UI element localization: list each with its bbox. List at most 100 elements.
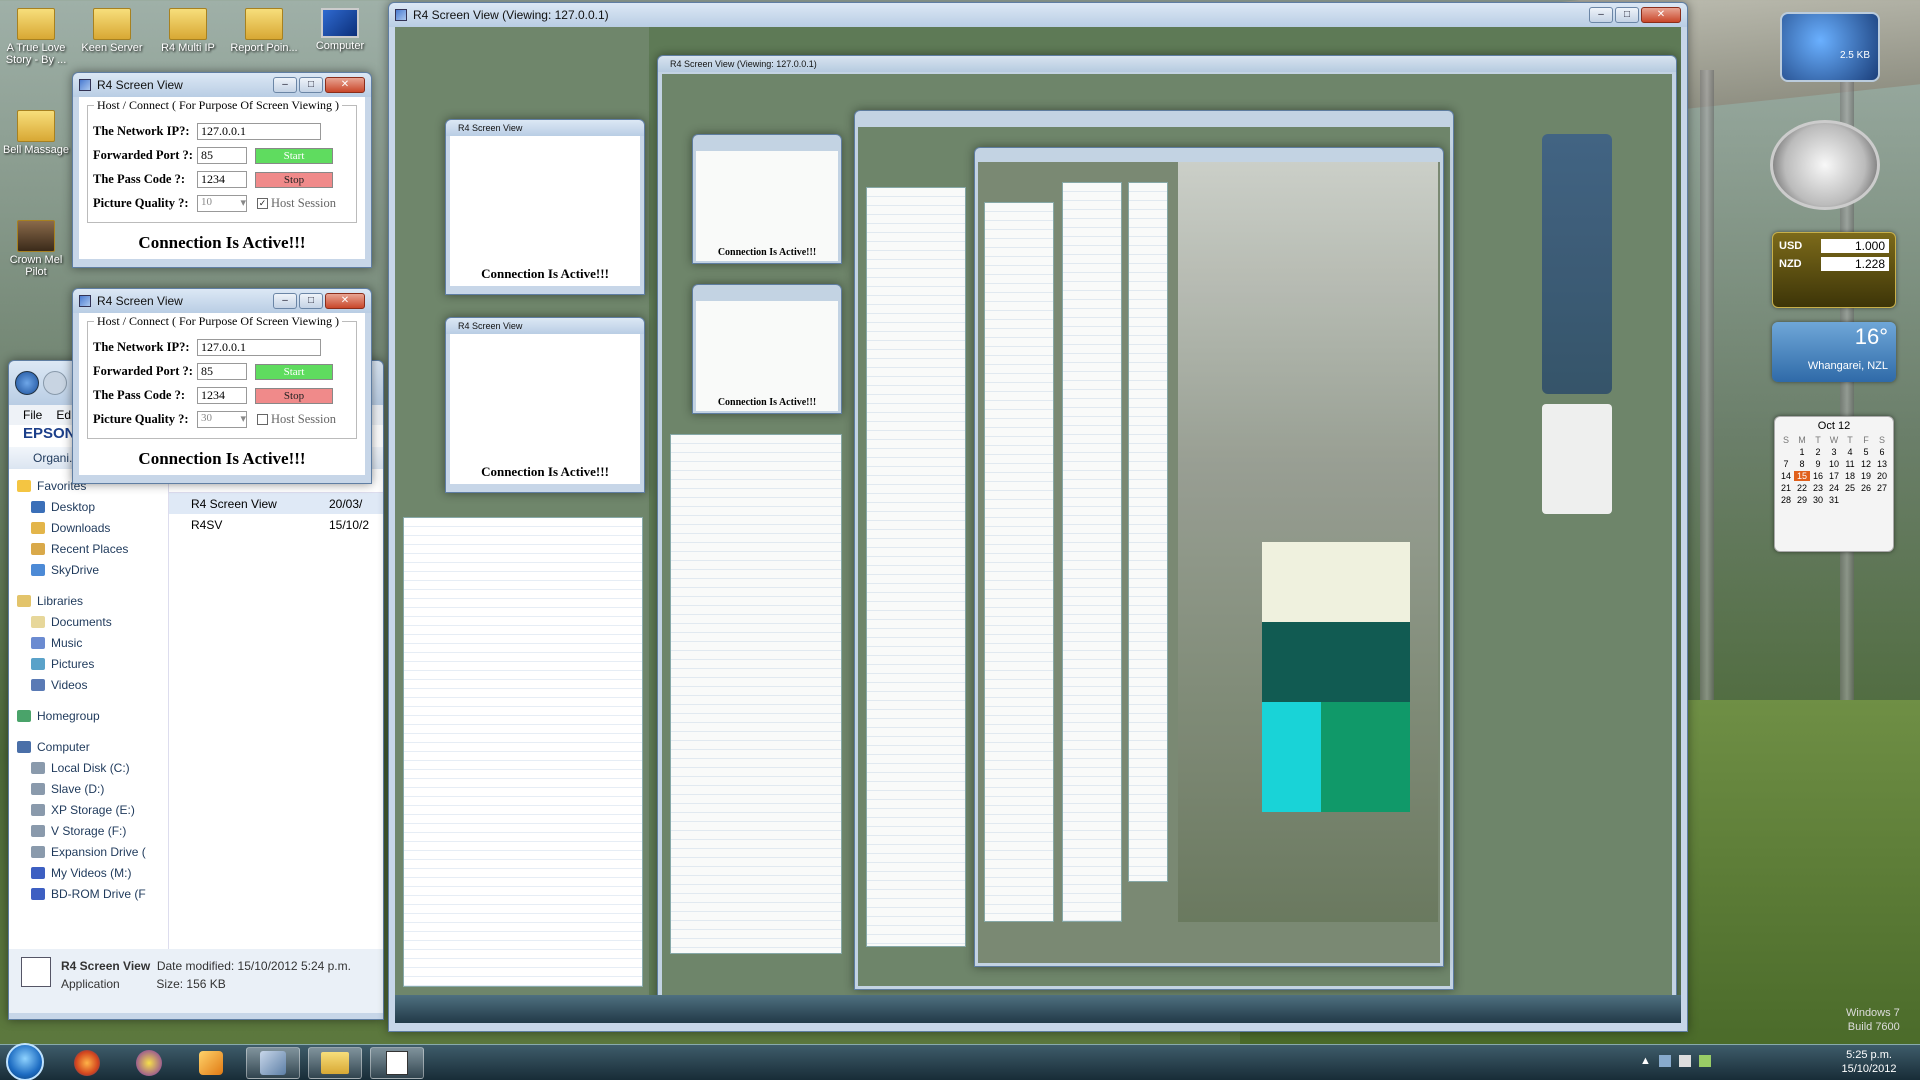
port-input[interactable]: 85 <box>197 147 247 164</box>
taskbar-yahoo[interactable] <box>122 1047 176 1079</box>
calendar-day[interactable]: 24 <box>1826 483 1842 493</box>
desktop-icon-keen-server[interactable]: Keen Server <box>76 8 148 54</box>
file-row[interactable]: R4 Screen View 20/03/ <box>169 493 383 514</box>
nav-pictures[interactable]: Pictures <box>9 653 168 674</box>
calendar-day[interactable]: 27 <box>1874 483 1890 493</box>
tray-arrow-icon[interactable]: ▲ <box>1640 1055 1651 1067</box>
nav-my-videos[interactable]: My Videos (M:) <box>9 862 168 883</box>
nav-drive-f[interactable]: V Storage (F:) <box>9 820 168 841</box>
nav-drive-d[interactable]: Slave (D:) <box>9 778 168 799</box>
calendar-day[interactable]: 8 <box>1794 459 1810 469</box>
file-row[interactable]: R4SV 15/10/2 <box>169 514 383 535</box>
titlebar[interactable]: R4 Screen View – □ ✕ <box>73 73 371 97</box>
nav-music[interactable]: Music <box>9 632 168 653</box>
calendar-day[interactable]: 10 <box>1826 459 1842 469</box>
taskbar-explorer[interactable] <box>308 1047 362 1079</box>
r4-window-1[interactable]: R4 Screen View – □ ✕ Host / Connect ( Fo… <box>72 72 372 268</box>
calendar-day[interactable]: 16 <box>1810 471 1826 481</box>
clock[interactable]: 5:25 p.m. 15/10/2012 <box>1822 1048 1916 1076</box>
nav-drive-e[interactable]: XP Storage (E:) <box>9 799 168 820</box>
currency-gadget[interactable]: USD 1.000 NZD 1.228 <box>1772 232 1896 308</box>
menu-edit[interactable]: Ed <box>56 408 71 422</box>
calendar-day[interactable]: 30 <box>1810 495 1826 505</box>
weather-gadget[interactable]: 16° Whangarei, NZL <box>1772 322 1896 382</box>
minimize-button[interactable]: – <box>1589 7 1613 23</box>
calendar-day[interactable]: 2 <box>1810 447 1826 457</box>
calendar-day[interactable]: 20 <box>1874 471 1890 481</box>
nav-expansion-drive[interactable]: Expansion Drive ( <box>9 841 168 862</box>
start-button[interactable] <box>6 1043 44 1080</box>
quality-select[interactable]: 10 ▾ <box>197 195 247 212</box>
titlebar[interactable]: R4 Screen View (Viewing: 127.0.0.1) – □ … <box>389 3 1687 27</box>
calendar-day[interactable]: 4 <box>1842 447 1858 457</box>
calendar-day[interactable]: 25 <box>1842 483 1858 493</box>
calendar-day[interactable]: 1 <box>1794 447 1810 457</box>
volume-icon[interactable] <box>1678 1055 1691 1067</box>
calendar-day[interactable]: 18 <box>1842 471 1858 481</box>
desktop-icon-report[interactable]: Report Poin... <box>228 8 300 54</box>
taskbar-r4-viewer[interactable] <box>370 1047 424 1079</box>
network-icon[interactable] <box>1658 1055 1671 1067</box>
close-button[interactable]: ✕ <box>325 293 365 309</box>
desktop-icon-bell-massage[interactable]: Bell Massage <box>0 110 72 156</box>
menu-file[interactable]: File <box>23 408 42 422</box>
quality-select[interactable]: 30 ▾ <box>197 411 247 428</box>
calendar-day[interactable]: 15 <box>1794 471 1810 481</box>
port-input[interactable]: 85 <box>197 363 247 380</box>
desktop-icon-r4-multi-ip[interactable]: R4 Multi IP <box>152 8 224 54</box>
nav-desktop[interactable]: Desktop <box>9 496 168 517</box>
nav-homegroup[interactable]: Homegroup <box>9 705 168 726</box>
calendar-gadget[interactable]: Oct 12 S M T W T F S 1 2 3 4 5 6 7 8 9 10 11 12 13 14 15 16 17 1… <box>1774 416 1894 552</box>
desktop-icon-true-love[interactable]: A True Love Story - By ... <box>0 8 72 66</box>
pass-code-input[interactable]: 1234 <box>197 171 247 188</box>
back-arrow-icon[interactable] <box>15 371 39 395</box>
stop-button[interactable]: Stop <box>255 387 333 404</box>
close-button[interactable]: ✕ <box>1641 7 1681 23</box>
minimize-button[interactable]: – <box>273 77 297 93</box>
calendar-day[interactable]: 22 <box>1794 483 1810 493</box>
calendar-day[interactable]: 6 <box>1874 447 1890 457</box>
calendar-day[interactable]: 31 <box>1826 495 1842 505</box>
calendar-day[interactable]: 3 <box>1826 447 1842 457</box>
calendar-day[interactable]: 12 <box>1858 459 1874 469</box>
taskbar-firefox[interactable] <box>60 1047 114 1079</box>
host-session-checkbox[interactable]: ✓ <box>257 198 268 209</box>
titlebar[interactable]: R4 Screen View – □ ✕ <box>73 289 371 313</box>
start-button[interactable]: Start <box>255 147 333 164</box>
pass-code-input[interactable]: 1234 <box>197 387 247 404</box>
nav-drive-c[interactable]: Local Disk (C:) <box>9 757 168 778</box>
update-icon[interactable] <box>1698 1055 1711 1067</box>
network-meter-gadget[interactable]: 2.5 KB <box>1780 12 1880 82</box>
calendar-day[interactable]: 11 <box>1842 459 1858 469</box>
cpu-meter-gadget[interactable] <box>1770 120 1880 210</box>
nav-recent-places[interactable]: Recent Places <box>9 538 168 559</box>
maximize-button[interactable]: □ <box>299 77 323 93</box>
remote-screen-view[interactable]: R4 Screen View Connection Is Active!!! R… <box>395 27 1681 1023</box>
calendar-day[interactable]: 17 <box>1826 471 1842 481</box>
r4-viewer-window[interactable]: R4 Screen View (Viewing: 127.0.0.1) – □ … <box>388 2 1688 1032</box>
nav-libraries[interactable]: Libraries <box>9 590 168 611</box>
maximize-button[interactable]: □ <box>1615 7 1639 23</box>
nav-documents[interactable]: Documents <box>9 611 168 632</box>
minimize-button[interactable]: – <box>273 293 297 309</box>
calendar-day[interactable]: 28 <box>1778 495 1794 505</box>
nav-downloads[interactable]: Downloads <box>9 517 168 538</box>
calendar-day[interactable]: 5 <box>1858 447 1874 457</box>
forward-arrow-icon[interactable] <box>43 371 67 395</box>
desktop-icon-crown[interactable]: Crown Mel Pilot <box>0 220 72 278</box>
ip-input[interactable]: 127.0.0.1 <box>197 123 321 140</box>
r4-window-2[interactable]: R4 Screen View – □ ✕ Host / Connect ( Fo… <box>72 288 372 484</box>
nav-bd-rom[interactable]: BD-ROM Drive (F <box>9 883 168 904</box>
host-session-checkbox[interactable] <box>257 414 268 425</box>
calendar-day[interactable]: 9 <box>1810 459 1826 469</box>
calendar-day[interactable]: 13 <box>1874 459 1890 469</box>
nav-computer[interactable]: Computer <box>9 736 168 757</box>
nav-skydrive[interactable]: SkyDrive <box>9 559 168 580</box>
calendar-day[interactable]: 7 <box>1778 459 1794 469</box>
taskbar-r4[interactable] <box>246 1047 300 1079</box>
calendar-day[interactable]: 26 <box>1858 483 1874 493</box>
close-button[interactable]: ✕ <box>325 77 365 93</box>
taskbar-media-player[interactable] <box>184 1047 238 1079</box>
calendar-day[interactable]: 23 <box>1810 483 1826 493</box>
calendar-day[interactable]: 19 <box>1858 471 1874 481</box>
